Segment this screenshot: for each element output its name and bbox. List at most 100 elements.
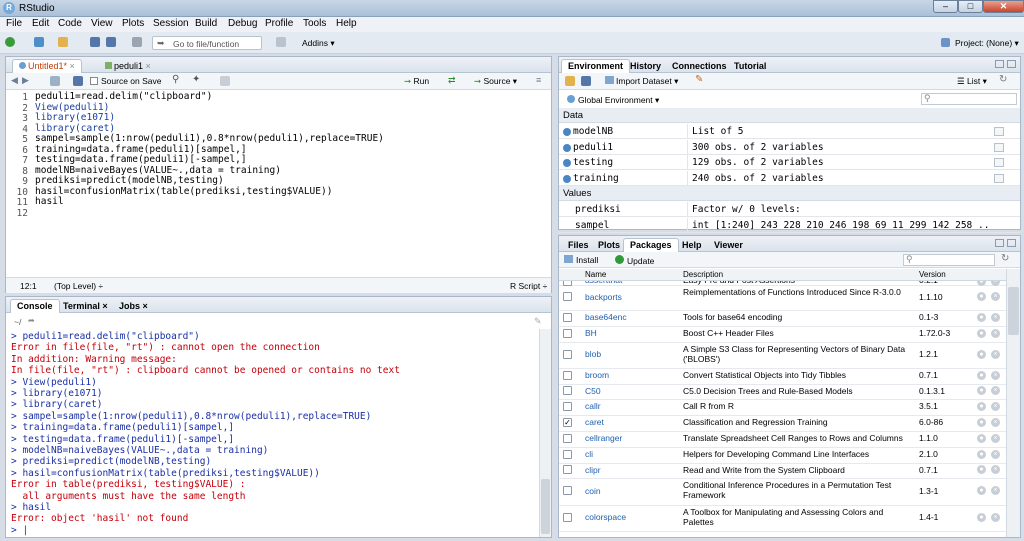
maximize-button[interactable]: □ <box>958 0 983 13</box>
package-name-link[interactable]: BH <box>585 328 597 338</box>
save-workspace-icon[interactable] <box>581 76 591 86</box>
package-load-checkbox[interactable] <box>563 370 572 380</box>
package-website-icon[interactable]: ● <box>977 465 986 474</box>
package-name-link[interactable]: blob <box>585 349 601 359</box>
menu-help[interactable]: Help <box>336 18 357 29</box>
expand-icon[interactable] <box>563 159 571 167</box>
view-mode-selector[interactable]: ☰ List ▾ <box>957 76 987 87</box>
addins-menu[interactable]: Addins ▾ <box>302 38 335 49</box>
packages-scroll-thumb[interactable] <box>1008 287 1019 335</box>
package-name-link[interactable]: base64enc <box>585 312 627 322</box>
save-all-icon[interactable] <box>106 37 116 47</box>
package-load-checkbox[interactable] <box>563 349 572 359</box>
close-button[interactable]: ✕ <box>983 0 1024 13</box>
packages-search-input[interactable]: ⚲ <box>903 254 995 266</box>
environment-row[interactable]: modelNB List of 5 <box>559 124 1020 139</box>
remove-package-icon[interactable]: × <box>991 449 1000 459</box>
close-tab-icon[interactable]: × <box>70 61 75 71</box>
environment-row[interactable]: sampel int [1:240] 243 228 210 246 198 69… <box>559 217 1020 233</box>
remove-package-icon[interactable]: × <box>991 370 1000 380</box>
environment-row[interactable]: testing 129 obs. of 2 variables <box>559 155 1020 170</box>
remove-package-icon[interactable]: × <box>991 433 1000 443</box>
tab-peduli1[interactable]: peduli1 × <box>98 59 158 73</box>
show-in-window-icon[interactable] <box>50 76 60 86</box>
tab-tutorial[interactable]: Tutorial <box>727 59 773 73</box>
package-name-link[interactable]: backports <box>585 292 622 302</box>
package-name-link[interactable]: cellranger <box>585 433 622 443</box>
table-view-icon[interactable] <box>994 173 1004 183</box>
minimize-pane-icon[interactable] <box>995 239 1004 247</box>
tab-plots[interactable]: Plots <box>591 238 627 252</box>
remove-package-icon[interactable]: × <box>991 465 1000 474</box>
package-load-checkbox[interactable]: ✓ <box>563 417 572 427</box>
compile-icon[interactable] <box>220 76 230 86</box>
tab-help[interactable]: Help <box>675 238 709 252</box>
package-load-checkbox[interactable] <box>563 386 572 395</box>
remove-package-icon[interactable]: × <box>991 312 1000 322</box>
tab-connections[interactable]: Connections <box>665 59 734 73</box>
run-button[interactable]: ➞ Run <box>404 76 429 87</box>
menu-session[interactable]: Session <box>153 18 189 29</box>
scope-dropdown[interactable]: Global Environment ▾ <box>567 95 659 106</box>
rerun-icon[interactable]: ⇄ <box>448 75 456 86</box>
save-icon[interactable] <box>90 37 100 47</box>
package-load-checkbox[interactable] <box>563 449 572 459</box>
menu-debug[interactable]: Debug <box>228 18 257 29</box>
package-website-icon[interactable]: ● <box>977 386 986 395</box>
import-dataset-button[interactable]: Import Dataset ▾ <box>605 76 678 87</box>
source-button[interactable]: ➞ Source ▾ <box>474 76 517 87</box>
table-view-icon[interactable] <box>994 158 1004 167</box>
package-load-checkbox[interactable] <box>563 486 572 495</box>
goto-file-input[interactable]: ➥ Go to file/function <box>152 36 262 50</box>
remove-package-icon[interactable]: × <box>991 401 1000 411</box>
col-version[interactable]: Version <box>919 269 946 281</box>
package-name-link[interactable]: assertthat <box>585 281 622 285</box>
package-website-icon[interactable]: ● <box>977 349 986 359</box>
menu-file[interactable]: File <box>6 18 22 29</box>
maximize-pane-icon[interactable] <box>1007 239 1016 247</box>
search-icon[interactable] <box>994 127 1004 136</box>
update-button[interactable]: Update <box>615 255 654 266</box>
minimize-pane-icon[interactable] <box>995 60 1004 68</box>
remove-package-icon[interactable]: × <box>991 328 1000 338</box>
package-load-checkbox[interactable] <box>563 401 572 411</box>
packages-scrollbar[interactable] <box>1006 269 1020 537</box>
table-view-icon[interactable] <box>994 142 1004 152</box>
remove-package-icon[interactable]: × <box>991 486 1000 495</box>
menu-tools[interactable]: Tools <box>303 18 326 29</box>
package-name-link[interactable]: clipr <box>585 465 601 475</box>
tab-console[interactable]: Console <box>10 299 60 313</box>
tab-packages[interactable]: Packages <box>623 238 679 252</box>
refresh-icon[interactable]: ↻ <box>999 74 1007 85</box>
expand-icon[interactable] <box>563 128 571 136</box>
package-website-icon[interactable]: ● <box>977 486 986 495</box>
remove-package-icon[interactable]: × <box>991 349 1000 359</box>
package-name-link[interactable]: callr <box>585 401 601 411</box>
package-website-icon[interactable]: ● <box>977 449 986 459</box>
install-button[interactable]: Install <box>564 255 598 265</box>
expand-icon[interactable] <box>563 143 571 152</box>
environment-row[interactable]: prediksi Factor w/ 0 levels: <box>559 202 1020 217</box>
package-load-checkbox[interactable] <box>563 465 572 474</box>
outline-icon[interactable]: ≡ <box>536 75 541 85</box>
package-website-icon[interactable]: ● <box>977 328 986 338</box>
load-workspace-icon[interactable] <box>565 76 575 86</box>
wand-icon[interactable]: ✦ <box>192 74 200 85</box>
environment-row[interactable]: training 240 obs. of 2 variables <box>559 170 1020 186</box>
path-arrow-icon[interactable]: ➦ <box>28 316 35 325</box>
package-name-link[interactable]: caret <box>585 417 604 427</box>
console-scrollbar[interactable] <box>539 329 551 537</box>
package-load-checkbox[interactable] <box>563 512 572 522</box>
minimize-button[interactable]: – <box>933 0 958 13</box>
refresh-icon[interactable]: ↻ <box>1001 253 1009 264</box>
package-website-icon[interactable]: ● <box>977 512 986 522</box>
col-name[interactable]: Name <box>585 269 606 281</box>
clear-console-icon[interactable]: ✎ <box>534 316 542 327</box>
tab-terminal[interactable]: Terminal × <box>56 299 115 313</box>
open-file-icon[interactable] <box>58 37 68 47</box>
back-icon[interactable]: ◀ <box>11 75 18 86</box>
scope-selector[interactable]: (Top Level) ÷ <box>54 281 103 291</box>
new-file-icon[interactable] <box>5 37 15 47</box>
menu-view[interactable]: View <box>91 18 113 29</box>
file-type-selector[interactable]: R Script ÷ <box>510 281 547 291</box>
